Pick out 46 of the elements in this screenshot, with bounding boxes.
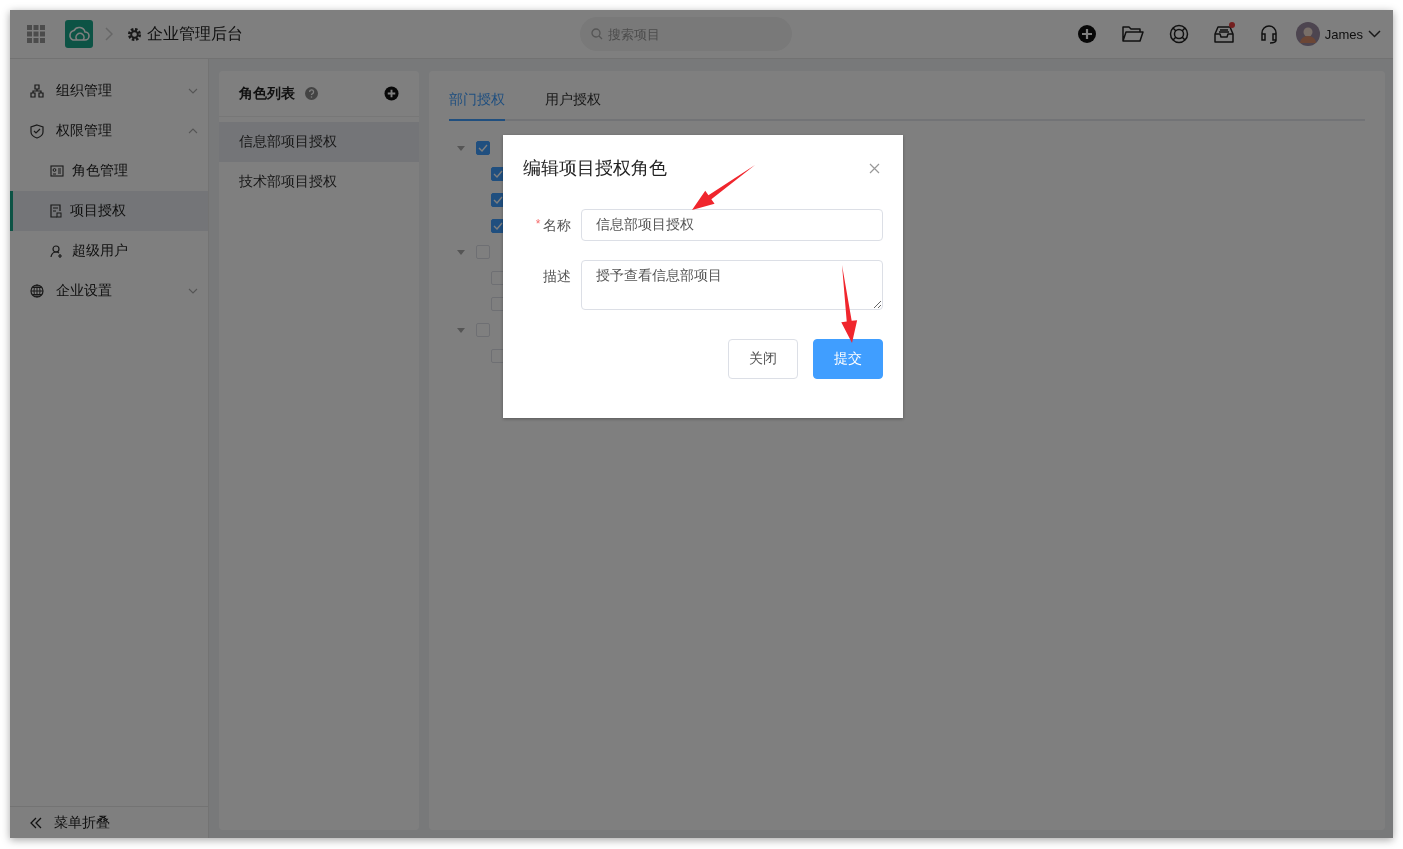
avatar-icon	[1295, 22, 1320, 46]
lifebuoy-icon[interactable]	[1168, 24, 1189, 44]
field-label: 名称	[543, 217, 572, 235]
sidebar-item[interactable]: 超级用户	[10, 231, 208, 271]
headset-icon[interactable]	[1258, 24, 1279, 44]
help-icon[interactable]	[305, 87, 318, 100]
input-field[interactable]: 信息部项目授权	[581, 209, 883, 241]
submit-button[interactable]: 提交	[813, 339, 883, 379]
role-item[interactable]: 信息部项目授权	[219, 122, 419, 162]
org-chart-icon	[30, 84, 44, 98]
chevron-up-icon	[188, 128, 198, 134]
search-icon	[591, 28, 603, 40]
text-area[interactable]: 授予查看信息部项目	[581, 260, 883, 310]
add-icon[interactable]	[384, 86, 399, 101]
double-chevron-left-icon	[30, 816, 42, 829]
sidebar-item[interactable]: 权限管理	[10, 111, 208, 151]
user-add-icon	[50, 244, 64, 258]
chevron-down-icon	[1368, 30, 1381, 38]
user-name: James	[1324, 26, 1363, 42]
document-icon	[50, 204, 62, 218]
required-mark: *	[535, 217, 541, 231]
sidebar-item[interactable]: 项目授权	[10, 191, 208, 231]
shield-icon	[30, 123, 44, 139]
panel-title: 角色列表	[239, 84, 295, 103]
inbox-icon[interactable]	[1213, 25, 1234, 43]
dialog-title: 编辑项目授权角色	[523, 157, 667, 180]
chevron-down-icon	[188, 288, 198, 294]
checkbox[interactable]	[476, 141, 490, 155]
role-item[interactable]: 技术部项目授权	[219, 162, 419, 202]
user-menu[interactable]: James	[1295, 22, 1381, 46]
folder-icon[interactable]	[1121, 25, 1144, 43]
sidebar-item[interactable]: 组织管理	[10, 71, 208, 111]
close-icon[interactable]	[869, 162, 880, 174]
globe-icon	[30, 284, 44, 298]
add-icon[interactable]	[1076, 24, 1097, 44]
annotation-arrow	[692, 165, 755, 210]
app-title: 企业管理后台	[147, 23, 243, 44]
sidebar-item[interactable]: 企业设置	[10, 271, 208, 311]
sidebar-item[interactable]: 角色管理	[10, 151, 208, 191]
close-button[interactable]: 关闭	[728, 339, 798, 379]
id-card-icon	[50, 165, 64, 177]
settings-icon	[127, 26, 142, 42]
chevron-right-icon	[105, 27, 113, 41]
field-label: 描述	[543, 268, 572, 286]
chevron-down-icon	[188, 88, 198, 94]
tab[interactable]: 用户授权	[545, 91, 601, 121]
